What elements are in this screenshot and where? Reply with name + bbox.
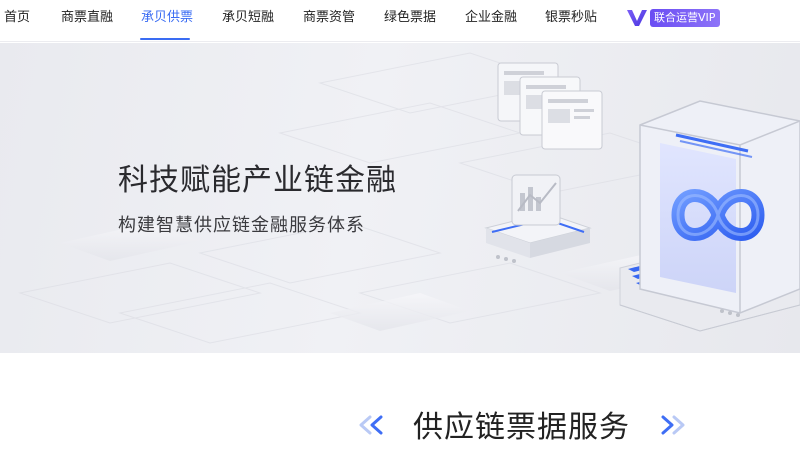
nav-item-asset-management[interactable]: 商票资管 bbox=[303, 9, 355, 27]
nav-item-short-finance[interactable]: 承贝短融 bbox=[222, 9, 274, 27]
chevron-right-double-icon bbox=[661, 415, 685, 435]
hero-banner: 科技赋能产业链金融 构建智慧供应链金融服务体系 bbox=[0, 43, 800, 353]
banner-title: 科技赋能产业链金融 bbox=[118, 163, 397, 198]
nav-item-commercial-bill-direct-finance[interactable]: 商票直融 bbox=[61, 9, 113, 27]
vip-entry[interactable]: 联合运营VIP bbox=[626, 7, 721, 29]
chevron-left-double-icon bbox=[359, 415, 383, 435]
banner-subtitle: 构建智慧供应链金融服务体系 bbox=[118, 215, 365, 236]
nav-item-home[interactable]: 首页 bbox=[4, 9, 30, 27]
section-title: 供应链票据服务 bbox=[413, 410, 630, 445]
document-cards-illustration bbox=[497, 62, 603, 150]
infinity-cube-illustration bbox=[619, 100, 800, 332]
nav-item-green-bill[interactable]: 绿色票据 bbox=[384, 9, 436, 27]
vip-label: 联合运营VIP bbox=[650, 9, 721, 27]
vip-logo-icon bbox=[627, 10, 647, 26]
nav-item-supply-bill[interactable]: 承贝供票 bbox=[141, 9, 193, 27]
nav-item-bank-bill-discount[interactable]: 银票秒贴 bbox=[545, 9, 597, 27]
nav-item-enterprise-finance[interactable]: 企业金融 bbox=[465, 9, 517, 27]
nav-active-underline bbox=[140, 38, 190, 40]
section-header: 供应链票据服务 bbox=[0, 400, 800, 445]
top-nav: 首页 商票直融 承贝供票 承贝短融 商票资管 绿色票据 企业金融 银票秒贴 联合… bbox=[0, 0, 800, 42]
